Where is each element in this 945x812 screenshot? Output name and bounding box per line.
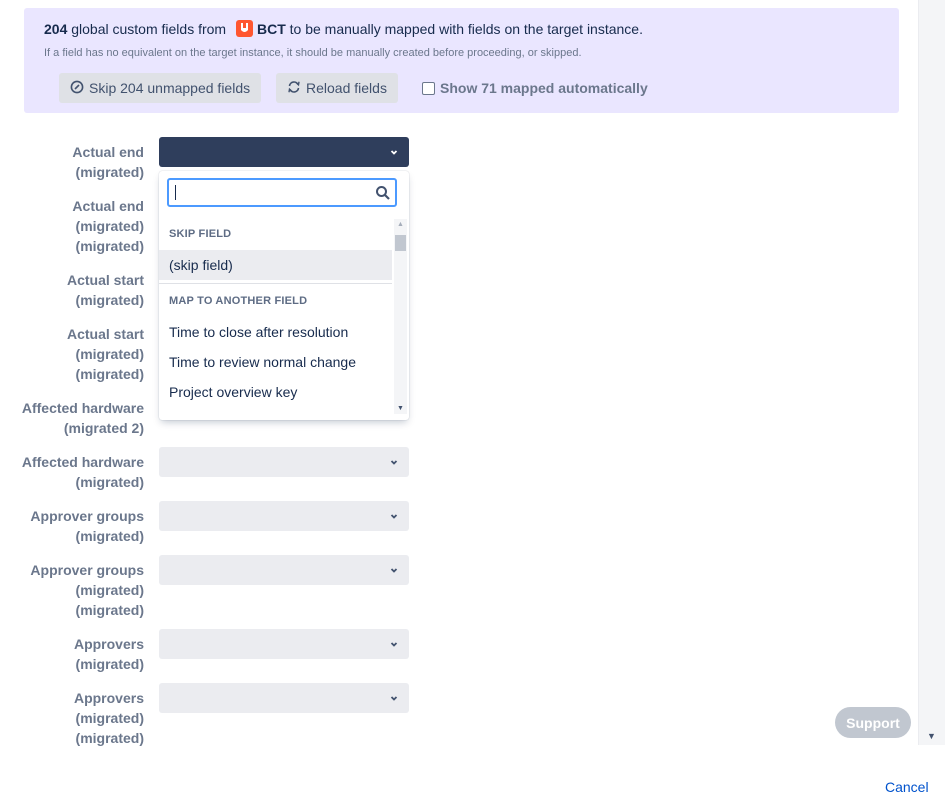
- field-label: Affected hardware (migrated 2): [21, 400, 144, 436]
- field-mapping-select-active[interactable]: [159, 137, 409, 167]
- scroll-down-arrow-icon[interactable]: ▼: [397, 405, 404, 412]
- group-heading-map: MAP TO ANOTHER FIELD: [169, 295, 308, 307]
- page-scrollbar[interactable]: ▼: [918, 0, 945, 745]
- show-mapped-checkbox[interactable]: [422, 81, 435, 95]
- chevron-down-icon: [390, 514, 398, 519]
- field-label: Affected hardware (migrated): [21, 454, 144, 490]
- skip-unmapped-button[interactable]: Skip 204 unmapped fields: [59, 73, 262, 103]
- dropdown-scrollbar[interactable]: ▲ ▼: [394, 219, 407, 414]
- reload-fields-button[interactable]: Reload fields: [276, 73, 398, 103]
- field-label: Approver groups (migrated) (migrated): [30, 562, 144, 618]
- support-button[interactable]: Support: [835, 707, 911, 738]
- group-divider: [159, 283, 392, 284]
- info-banner: 204 global custom fields from BCT to be …: [24, 8, 899, 113]
- chevron-down-icon: [390, 568, 398, 573]
- field-label: Actual end (migrated): [72, 144, 144, 180]
- chevron-down-icon: [390, 150, 398, 155]
- reload-fields-label: Reload fields: [306, 80, 387, 96]
- scrollbar-thumb[interactable]: [395, 235, 406, 251]
- chevron-down-icon: [390, 696, 398, 701]
- show-mapped-label: Show 71 mapped automatically: [440, 80, 648, 96]
- field-label: Approvers (migrated): [73, 636, 144, 672]
- field-mapping-select[interactable]: [159, 629, 409, 659]
- project-key: BCT: [256, 20, 286, 37]
- banner-note: If a field has no equivalent on the targ…: [44, 47, 582, 59]
- field-mapping-dropdown-menu: SKIP FIELD (skip field) MAP TO ANOTHER F…: [159, 171, 409, 420]
- field-label: Actual start (migrated): [66, 272, 144, 308]
- banner-text-before: global custom fields from: [67, 20, 230, 37]
- field-label: Actual end (migrated) (migrated): [72, 198, 144, 254]
- project-avatar-icon: [235, 20, 253, 37]
- field-label: Approvers (migrated) (migrated): [73, 690, 144, 746]
- scroll-up-arrow-icon[interactable]: ▲: [397, 221, 404, 228]
- banner-title: 204 global custom fields from BCT to be …: [44, 20, 643, 37]
- cancel-link[interactable]: Cancel: [885, 779, 929, 795]
- option-skip-field[interactable]: (skip field): [159, 250, 392, 280]
- field-label: Approver groups (migrated): [30, 508, 144, 544]
- circle-slash-icon: [70, 80, 84, 97]
- field-mapping-select[interactable]: [159, 447, 409, 477]
- dropdown-search-input[interactable]: [167, 178, 397, 207]
- dropdown-option[interactable]: Time to close after resolution: [159, 317, 392, 347]
- banner-text-after: to be manually mapped with fields on the…: [285, 20, 643, 37]
- skip-unmapped-label: Skip 204 unmapped fields: [89, 80, 251, 96]
- refresh-icon: [287, 80, 301, 97]
- field-mapping-select[interactable]: [159, 683, 409, 713]
- scroll-down-arrow-icon[interactable]: ▼: [927, 731, 936, 741]
- text-caret: [175, 185, 176, 200]
- field-label: Actual start (migrated) (migrated): [66, 326, 144, 382]
- dropdown-option[interactable]: Time to review normal change: [159, 347, 392, 377]
- unmapped-count: 204: [44, 20, 68, 37]
- search-icon: [376, 186, 390, 200]
- field-mapping-select[interactable]: [159, 501, 409, 531]
- group-heading-skip: SKIP FIELD: [169, 228, 232, 240]
- chevron-down-icon: [390, 460, 398, 465]
- dropdown-option[interactable]: Project overview key: [159, 377, 392, 407]
- chevron-down-icon: [390, 642, 398, 647]
- field-mapping-select[interactable]: [159, 555, 409, 585]
- show-mapped-checkbox-row[interactable]: Show 71 mapped automatically: [422, 80, 648, 96]
